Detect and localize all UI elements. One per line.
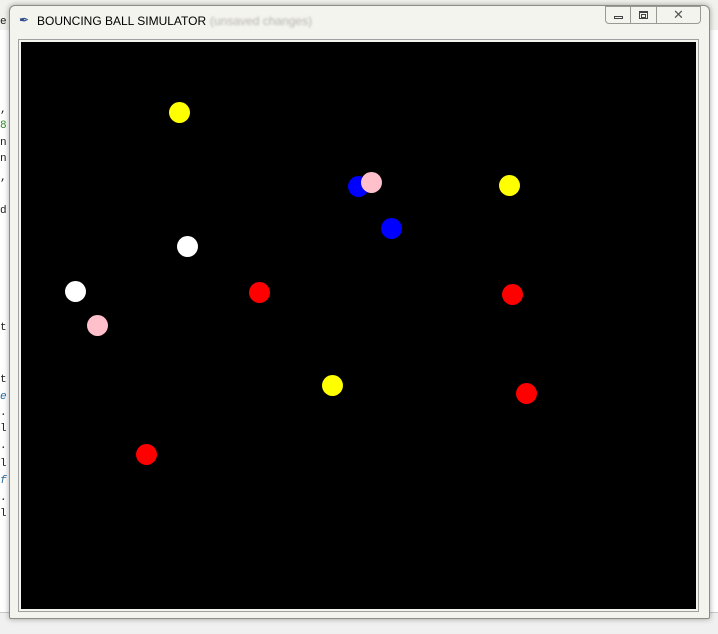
ball-pink [87, 315, 108, 336]
code-fragment: . [0, 492, 7, 504]
minimize-icon [614, 16, 623, 19]
code-fragment: d [0, 205, 7, 217]
code-fragment: . [0, 407, 7, 419]
ball-yellow [322, 375, 343, 396]
feather-icon: ✒ [19, 13, 30, 27]
ball-red [516, 383, 537, 404]
ball-pink [361, 172, 382, 193]
window-titlebar[interactable]: ✒ BOUNCING BALL SIMULATOR (unsaved chang… [10, 6, 709, 36]
close-button[interactable]: ✕ [657, 6, 701, 24]
code-fragment: l [0, 508, 7, 520]
code-fragment: n [0, 137, 7, 149]
ball-red [136, 444, 157, 465]
minimize-button[interactable] [605, 6, 631, 24]
code-fragment: . [0, 440, 7, 452]
code-fragment: t [0, 322, 7, 334]
window-title: BOUNCING BALL SIMULATOR [37, 14, 207, 28]
code-fragment: f [0, 475, 7, 487]
code-fragment: , [0, 104, 7, 116]
maximize-button[interactable] [631, 6, 657, 24]
code-fragment: e [0, 391, 7, 403]
ball-yellow [499, 175, 520, 196]
ball-blue [381, 218, 402, 239]
simulator-window: ✒ BOUNCING BALL SIMULATOR (unsaved chang… [9, 5, 710, 619]
code-fragment: l [0, 458, 7, 470]
ball-red [249, 282, 270, 303]
background-title-ghost: (unsaved changes) [210, 14, 313, 28]
ball-white [65, 281, 86, 302]
window-controls: ✕ [605, 6, 701, 26]
ball-yellow [169, 102, 190, 123]
canvas-frame [18, 39, 699, 612]
code-fragment: t [0, 374, 7, 386]
close-icon: ✕ [673, 7, 684, 22]
maximize-icon [639, 11, 648, 19]
code-fragment: l [0, 423, 7, 435]
ball-red [502, 284, 523, 305]
ball-white [177, 236, 198, 257]
code-fragment: e [0, 16, 7, 28]
code-fragment: 8 [0, 120, 7, 132]
simulation-canvas[interactable] [21, 42, 696, 609]
code-fragment: , [0, 172, 7, 184]
code-fragment: n [0, 153, 7, 165]
